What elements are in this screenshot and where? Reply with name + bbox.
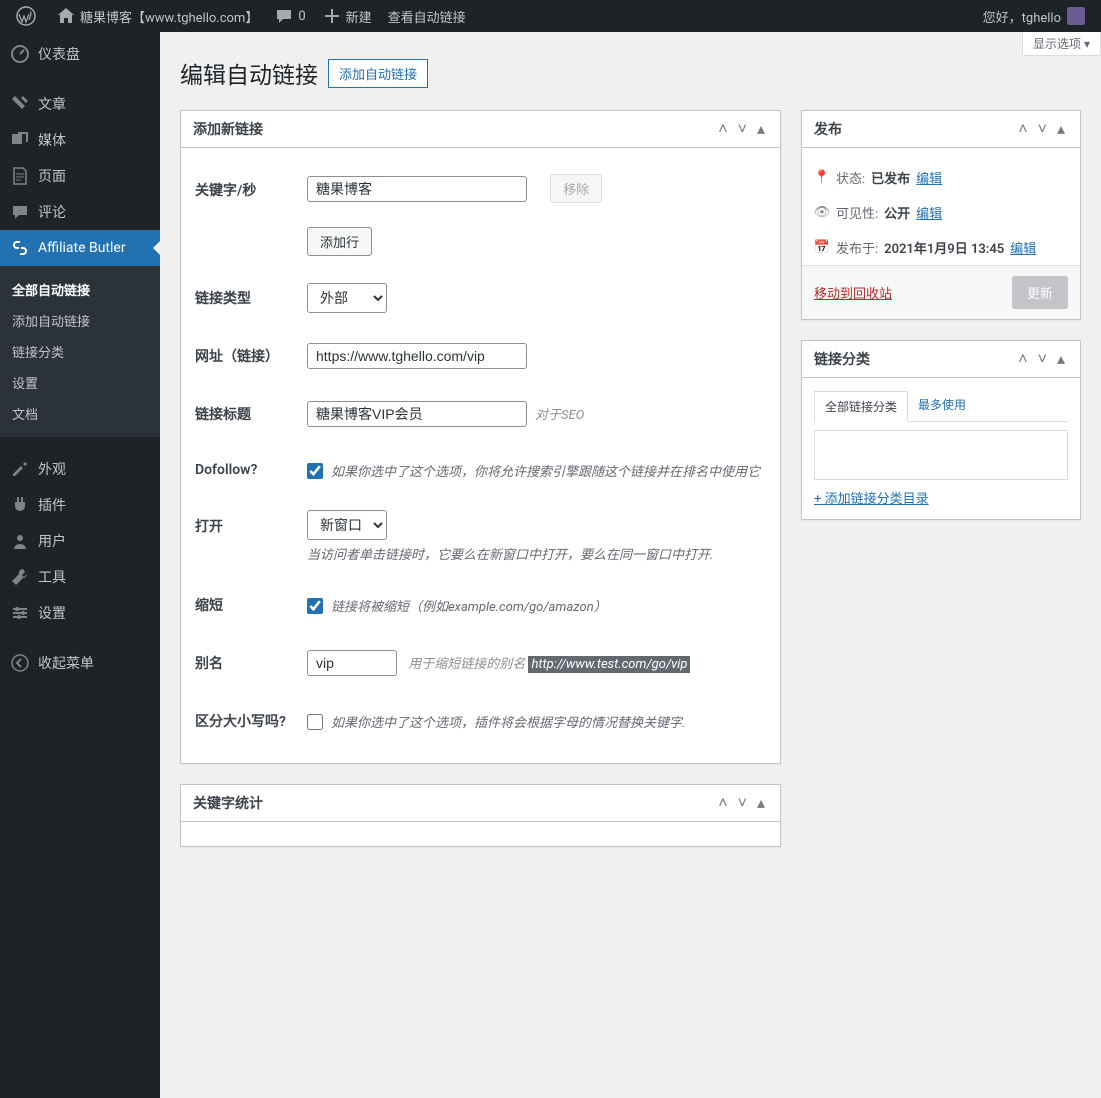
add-category-link[interactable]: + 添加链接分类目录 (814, 488, 929, 507)
menu-users[interactable]: 用户 (0, 523, 160, 559)
linktitle-input[interactable] (307, 401, 527, 427)
tab-all-categories[interactable]: 全部链接分类 (814, 391, 908, 422)
add-autolink-action[interactable]: 添加自动链接 (328, 59, 428, 88)
chevron-down-icon[interactable]: ˅ (735, 793, 750, 813)
visibility-label: 可见性: (836, 203, 878, 222)
label-alias: 别名 (195, 635, 305, 691)
submenu-settings[interactable]: 设置 (0, 367, 160, 398)
avatar (1067, 7, 1085, 25)
case-desc: 如果你选中了这个选项，插件将会根据字母的情况替换关键字. (331, 712, 685, 731)
view-autolink[interactable]: 查看自动链接 (380, 0, 474, 32)
menu-dashboard[interactable]: 仪表盘 (0, 36, 160, 72)
menu-comments[interactable]: 评论 (0, 194, 160, 230)
new-link[interactable]: 新建 (314, 0, 380, 32)
menu-posts[interactable]: 文章 (0, 86, 160, 122)
chevron-down-icon[interactable]: ˅ (735, 119, 750, 139)
collapse-caret-icon[interactable]: ▴ (754, 793, 768, 813)
alias-example: http://www.test.com/go/vip (528, 656, 690, 673)
collapse-caret-icon[interactable]: ▴ (754, 119, 768, 139)
update-button[interactable]: 更新 (1012, 276, 1068, 309)
url-input[interactable] (307, 343, 527, 369)
user-greeting[interactable]: 您好，tghello (975, 0, 1093, 32)
calendar-icon: 📅 (814, 240, 830, 256)
keywords-input[interactable] (307, 176, 527, 202)
open-desc: 当访问者单击链接时，它要么在新窗口中打开，要么在同一窗口中打开. (307, 544, 766, 563)
alias-input[interactable] (307, 650, 397, 676)
menu-media[interactable]: 媒体 (0, 122, 160, 158)
shorten-checkbox[interactable] (307, 598, 323, 614)
submenu-all-autolinks[interactable]: 全部自动链接 (0, 274, 160, 305)
shorten-desc: 链接将被缩短（例如example.com/go/amazon） (331, 596, 607, 615)
menu-pages[interactable]: 页面 (0, 158, 160, 194)
edit-visibility-link[interactable]: 编辑 (916, 203, 942, 222)
site-link[interactable]: 糖果博客【www.tghello.com】 (48, 0, 266, 32)
wordpress-logo[interactable] (8, 0, 48, 32)
collapse-caret-icon[interactable]: ▴ (1054, 119, 1068, 139)
submenu-link-category[interactable]: 链接分类 (0, 336, 160, 367)
page-title: 编辑自动链接 (180, 56, 318, 90)
screen-options-button[interactable]: 显示选项 ▾ (1022, 32, 1101, 56)
chevron-up-icon[interactable]: ˄ (1015, 349, 1030, 369)
linktype-select[interactable]: 外部 (307, 283, 387, 313)
open-select[interactable]: 新窗口 (307, 510, 387, 540)
move-to-trash-link[interactable]: 移动到回收站 (814, 283, 892, 302)
label-shorten: 缩短 (195, 577, 305, 633)
remove-button[interactable]: 移除 (550, 174, 602, 203)
alias-desc: 用于缩短链接的别名 (408, 657, 525, 672)
tab-most-used[interactable]: 最多使用 (908, 390, 976, 421)
status-label: 状态: (836, 168, 865, 187)
add-row-button[interactable]: 添加行 (307, 227, 372, 256)
edit-date-link[interactable]: 编辑 (1010, 238, 1036, 257)
label-dofollow: Dofollow? (195, 444, 305, 496)
chevron-down-icon[interactable]: ˅ (1035, 119, 1050, 139)
box-title-stats: 关键字统计 (193, 793, 263, 813)
submenu-docs[interactable]: 文档 (0, 398, 160, 429)
chevron-down-icon[interactable]: ˅ (1035, 349, 1050, 369)
category-list (814, 430, 1068, 480)
chevron-up-icon[interactable]: ˄ (715, 119, 730, 139)
date-value: 2021年1月9日 13:45 (884, 238, 1004, 257)
chevron-up-icon[interactable]: ˄ (715, 793, 730, 813)
submenu-add-autolink[interactable]: 添加自动链接 (0, 305, 160, 336)
comments-link[interactable]: 0 (266, 0, 313, 32)
status-value: 已发布 (871, 168, 910, 187)
box-title-publish: 发布 (814, 119, 842, 139)
case-checkbox[interactable] (307, 714, 323, 730)
visibility-value: 公开 (884, 203, 910, 222)
linktitle-desc: 对于SEO (535, 408, 584, 423)
menu-settings[interactable]: 设置 (0, 595, 160, 631)
dofollow-desc: 如果你选中了这个选项，你将允许搜索引擎跟随这个链接并在排名中使用它 (331, 461, 760, 480)
label-url: 网址（链接） (195, 328, 305, 384)
label-open: 打开 (195, 498, 305, 575)
box-title-categories: 链接分类 (814, 349, 870, 369)
date-label: 发布于: (836, 238, 878, 257)
key-icon: 📍 (814, 170, 830, 186)
collapse-caret-icon[interactable]: ▴ (1054, 349, 1068, 369)
eye-icon: 👁 (814, 205, 830, 221)
label-keywords: 关键字/秒 (195, 162, 305, 268)
dofollow-checkbox[interactable] (307, 463, 323, 479)
label-linktitle: 链接标题 (195, 386, 305, 442)
menu-appearance[interactable]: 外观 (0, 451, 160, 487)
edit-status-link[interactable]: 编辑 (916, 168, 942, 187)
label-linktype: 链接类型 (195, 270, 305, 326)
chevron-up-icon[interactable]: ˄ (1015, 119, 1030, 139)
menu-tools[interactable]: 工具 (0, 559, 160, 595)
menu-plugins[interactable]: 插件 (0, 487, 160, 523)
menu-collapse[interactable]: 收起菜单 (0, 645, 160, 681)
menu-affiliate-butler[interactable]: Affiliate Butler (0, 230, 160, 266)
label-case: 区分大小写吗? (195, 693, 305, 749)
box-title-addlink: 添加新链接 (193, 119, 263, 139)
admin-sidebar: 仪表盘 文章 媒体 页面 评论 Affiliate Butler 全部自动链接 … (0, 32, 160, 1098)
